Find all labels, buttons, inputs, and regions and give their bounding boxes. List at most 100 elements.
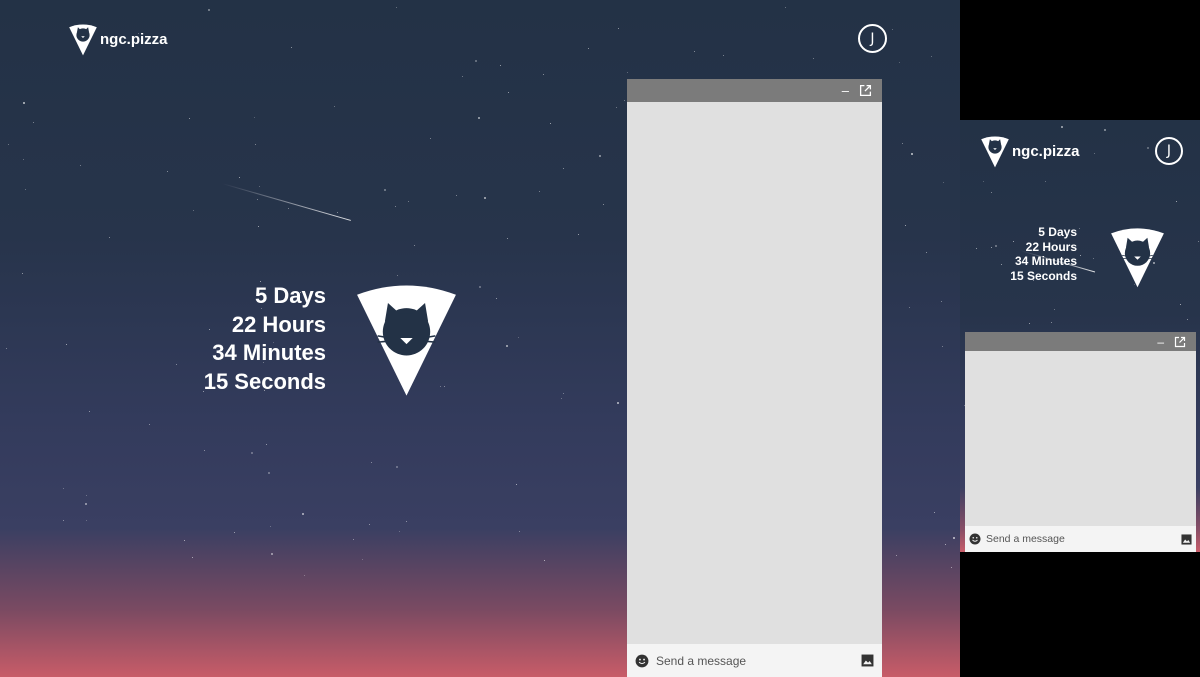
chat-messages (965, 351, 1196, 526)
star (507, 238, 508, 239)
star (899, 62, 900, 63)
pizza-cat-icon (69, 24, 97, 56)
chat-panel-mobile: – Send a message (965, 332, 1196, 552)
mobile-view: ngc.pizza J 5 Days 22 Hours 34 Minutes 1… (960, 120, 1200, 552)
star (599, 155, 601, 157)
star (1080, 255, 1081, 256)
minimize-button[interactable]: – (1157, 335, 1164, 349)
star (337, 212, 338, 213)
star (234, 532, 235, 533)
message-input[interactable]: Send a message (986, 533, 1181, 545)
star (266, 444, 267, 445)
countdown-minutes: 34 Minutes (212, 340, 326, 365)
star (905, 225, 906, 226)
star (63, 488, 64, 489)
star (1147, 147, 1149, 149)
star (251, 452, 253, 454)
star (479, 286, 481, 288)
brand-link[interactable]: ngc.pizza (68, 23, 168, 56)
star (259, 186, 260, 187)
star (184, 540, 185, 541)
popout-button[interactable] (1174, 336, 1186, 348)
smiley-icon[interactable] (635, 654, 649, 668)
star (384, 189, 386, 191)
star (1094, 153, 1095, 154)
star (616, 107, 617, 108)
star (516, 484, 517, 485)
star (270, 526, 271, 527)
star (508, 92, 509, 93)
star (66, 344, 67, 345)
countdown-days: 5 Days (1038, 225, 1077, 239)
star (496, 298, 497, 299)
countdown-minutes: 34 Minutes (1014, 254, 1077, 269)
star (951, 567, 952, 568)
star (302, 513, 304, 515)
star (563, 393, 564, 394)
star (892, 29, 893, 30)
star (255, 144, 256, 145)
brand-link-mobile[interactable]: ngc.pizza (980, 135, 1080, 168)
smiley-icon[interactable] (969, 533, 981, 545)
star (563, 168, 564, 169)
star (371, 462, 372, 463)
star (397, 275, 398, 276)
star (813, 58, 814, 59)
pizza-cat-logo-icon (357, 285, 456, 396)
star (395, 206, 396, 207)
star (149, 424, 150, 425)
star (268, 472, 270, 474)
image-icon[interactable] (861, 654, 874, 667)
star (80, 165, 81, 166)
star (291, 47, 292, 48)
star (109, 237, 110, 238)
star (618, 28, 619, 29)
star (396, 466, 398, 468)
star (1187, 319, 1188, 320)
star (909, 307, 910, 308)
user-avatar[interactable]: J (1155, 137, 1183, 165)
star (462, 76, 463, 77)
star (896, 555, 897, 556)
star (89, 411, 90, 412)
star (1054, 309, 1055, 310)
popout-button[interactable] (859, 84, 872, 97)
pizza-cat-logo-icon (1111, 228, 1164, 288)
star (258, 226, 259, 227)
star (902, 143, 903, 144)
brand-name: ngc.pizza (1012, 143, 1080, 160)
star (167, 171, 168, 172)
star (500, 65, 501, 66)
minimize-button[interactable]: – (842, 83, 849, 98)
star (943, 182, 944, 183)
user-avatar[interactable]: J (858, 24, 887, 53)
star (1079, 228, 1080, 229)
star (926, 252, 927, 253)
star (603, 204, 604, 205)
star (86, 520, 87, 521)
countdown-seconds: 15 Seconds (203, 368, 326, 394)
star (1051, 322, 1052, 323)
star (578, 234, 579, 235)
brand-name: ngc.pizza (100, 31, 168, 48)
countdown-hours: 22 Hours (231, 311, 326, 337)
star (257, 199, 258, 200)
star (518, 337, 519, 338)
star (911, 153, 913, 155)
countdown-hours: 22 Hours (1025, 239, 1077, 254)
open-in-new-icon (859, 84, 872, 97)
desktop-view: ngc.pizza J 5 Days 22 Hours 34 Minutes 1… (0, 0, 960, 677)
star (1029, 323, 1030, 324)
star (931, 56, 932, 57)
star (694, 51, 695, 52)
star (414, 245, 415, 246)
star (506, 345, 508, 347)
star (86, 495, 87, 496)
star (723, 55, 724, 56)
message-input[interactable]: Send a message (656, 654, 861, 668)
star (362, 559, 363, 560)
star (484, 197, 486, 199)
image-icon[interactable] (1181, 533, 1192, 545)
star (254, 117, 255, 118)
star (543, 74, 544, 75)
